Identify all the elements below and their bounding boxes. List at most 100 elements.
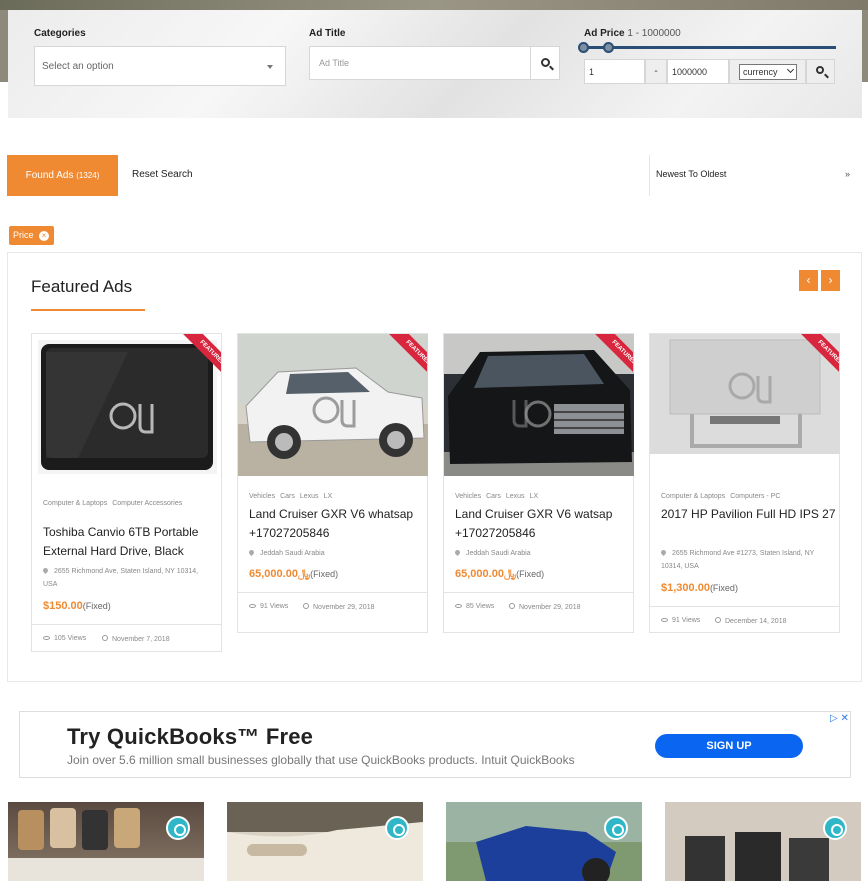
- listing-thumbnail[interactable]: [8, 802, 204, 881]
- ad-categories: Computer & Laptops Computers - PC: [661, 489, 831, 505]
- ad-categories: Computer & Laptops Computer Accessories: [43, 496, 213, 512]
- ad-price-label-text: Ad Price: [584, 28, 625, 39]
- clock-icon: [102, 635, 108, 641]
- ad-title[interactable]: Toshiba Canvio 6TB Portable External Har…: [43, 523, 218, 561]
- price-search-button[interactable]: [806, 59, 835, 84]
- post-date: November 29, 2018: [303, 603, 374, 611]
- eye-icon: [661, 618, 668, 622]
- price-separator: -: [645, 59, 667, 84]
- eye-icon: [249, 604, 256, 608]
- category-link[interactable]: Computer & Laptops: [43, 500, 107, 507]
- ad-meta: 91 Views November 29, 2018: [238, 592, 427, 620]
- ad-meta: 85 Views November 29, 2018: [444, 592, 633, 620]
- category-link[interactable]: Cars: [280, 493, 295, 500]
- search-icon: [816, 66, 824, 74]
- map-pin-icon: [659, 548, 668, 557]
- listing-thumbnail[interactable]: [446, 802, 642, 881]
- category-link[interactable]: LX: [324, 493, 333, 500]
- ad-title[interactable]: Land Cruiser GXR V6 whatsap +17027205846: [249, 505, 424, 543]
- ad-title-input[interactable]: Ad Title: [309, 46, 531, 80]
- featured-ads-section: Featured Ads ‹ › FEATURED Computer & Lap…: [7, 252, 862, 682]
- chevron-down-icon: [786, 65, 795, 74]
- title-underline: [31, 309, 145, 311]
- ad-price: 65,000.00﷼(Fixed): [249, 568, 339, 580]
- categories-select[interactable]: Select an option: [34, 46, 286, 86]
- categories-select-value: Select an option: [42, 61, 114, 72]
- ad-banner-title: Try QuickBooks™ Free: [67, 724, 314, 749]
- ad-title[interactable]: 2017 HP Pavilion Full HD IPS 27: [661, 505, 836, 524]
- ad-price-label: Ad Price 1 - 1000000: [584, 28, 681, 39]
- category-link[interactable]: Computer Accessories: [112, 500, 182, 507]
- found-ads-label: Found Ads: [25, 170, 74, 181]
- category-link[interactable]: Computers - PC: [730, 493, 780, 500]
- section-title: Featured Ads: [31, 277, 133, 296]
- ad-title-label: Ad Title: [309, 28, 346, 39]
- banner-edge-right: [862, 10, 868, 82]
- ad-price-range-text: 1 - 1000000: [627, 28, 681, 39]
- ad-categories: Vehicles Cars Lexus LX: [455, 489, 625, 505]
- category-link[interactable]: Vehicles: [249, 493, 275, 500]
- sort-select-value: Newest To Oldest: [656, 169, 727, 179]
- price-max-input[interactable]: 1000000: [667, 59, 729, 84]
- carousel-next-button[interactable]: ›: [821, 270, 840, 291]
- ad-price: 65,000.00﷼(Fixed): [455, 568, 545, 580]
- sign-up-button[interactable]: SIGN UP: [655, 734, 803, 758]
- ad-title[interactable]: Land Cruiser GXR V6 watsap +17027205846: [455, 505, 630, 543]
- category-link[interactable]: Lexus: [300, 493, 319, 500]
- price-filter-label: Price: [13, 230, 34, 240]
- views-count: 91 Views: [661, 617, 700, 624]
- views-count: 91 Views: [249, 603, 288, 610]
- ad-location: 2655 Richmond Ave, Staten Island, NY 103…: [41, 566, 199, 588]
- ad-card[interactable]: FEATURED Computer & Laptops Computer Acce…: [31, 333, 222, 652]
- category-link[interactable]: LX: [530, 493, 539, 500]
- ad-location: 2655 Richmond Ave #1273, Staten Island, …: [659, 548, 815, 570]
- zoom-badge-icon: [823, 816, 847, 840]
- price-slider-track[interactable]: [584, 46, 836, 49]
- chevron-down-icon: [267, 65, 273, 69]
- clock-icon: [715, 617, 721, 623]
- ad-card[interactable]: FEATURED Vehicles Cars Lexus LX Land Cruise…: [237, 333, 428, 633]
- ad-card[interactable]: FEATURED Vehicles Cars Lexus LX Land Cruise…: [443, 333, 634, 633]
- adchoices-icon[interactable]: ▷ ✕: [830, 713, 849, 724]
- category-link[interactable]: Vehicles: [455, 493, 481, 500]
- listing-thumbnail[interactable]: [227, 802, 423, 881]
- listing-thumbnail[interactable]: [665, 802, 861, 881]
- featured-ribbon: FEATURED: [169, 334, 221, 386]
- search-icon: [541, 58, 550, 67]
- price-filter-chip[interactable]: Price ×: [9, 226, 54, 245]
- featured-ribbon: FEATURED: [787, 334, 839, 386]
- category-link[interactable]: Cars: [486, 493, 501, 500]
- category-link[interactable]: Lexus: [506, 493, 525, 500]
- map-pin-icon: [247, 548, 256, 557]
- reset-search-link[interactable]: Reset Search: [132, 169, 193, 180]
- page-top-strip: [0, 0, 868, 10]
- views-count: 105 Views: [43, 635, 86, 642]
- ad-price: $1,300.00(Fixed): [661, 582, 738, 594]
- views-count: 85 Views: [455, 603, 494, 610]
- zoom-badge-icon: [166, 816, 190, 840]
- price-max-value: 1000000: [672, 67, 708, 77]
- clock-icon: [303, 603, 309, 609]
- featured-ribbon: FEATURED: [375, 334, 427, 386]
- category-link[interactable]: Computer & Laptops: [661, 493, 725, 500]
- price-slider-max-handle[interactable]: [603, 42, 614, 53]
- categories-label: Categories: [34, 28, 86, 39]
- currency-wrapper: currency: [729, 59, 806, 84]
- featured-ribbon: FEATURED: [581, 334, 633, 386]
- advertisement-banner[interactable]: Try QuickBooks™ Free Join over 5.6 milli…: [19, 711, 851, 778]
- ad-title-placeholder: Ad Title: [319, 58, 350, 68]
- carousel-prev-button[interactable]: ‹: [799, 270, 818, 291]
- currency-select[interactable]: currency: [739, 64, 797, 80]
- title-search-button[interactable]: [530, 46, 560, 80]
- zoom-badge-icon: [604, 816, 628, 840]
- sort-select[interactable]: Newest To Oldest »: [649, 155, 862, 196]
- price-slider-min-handle[interactable]: [578, 42, 589, 53]
- price-min-input[interactable]: 1: [584, 59, 645, 84]
- ad-card[interactable]: FEATURED Computer & Laptops Computers - P…: [649, 333, 840, 633]
- close-icon[interactable]: ×: [39, 231, 49, 241]
- map-pin-icon: [41, 566, 50, 575]
- eye-icon: [43, 636, 50, 640]
- zoom-badge-icon: [385, 816, 409, 840]
- found-ads-count: (1324): [76, 171, 100, 180]
- found-ads-button[interactable]: Found Ads (1324): [7, 155, 118, 196]
